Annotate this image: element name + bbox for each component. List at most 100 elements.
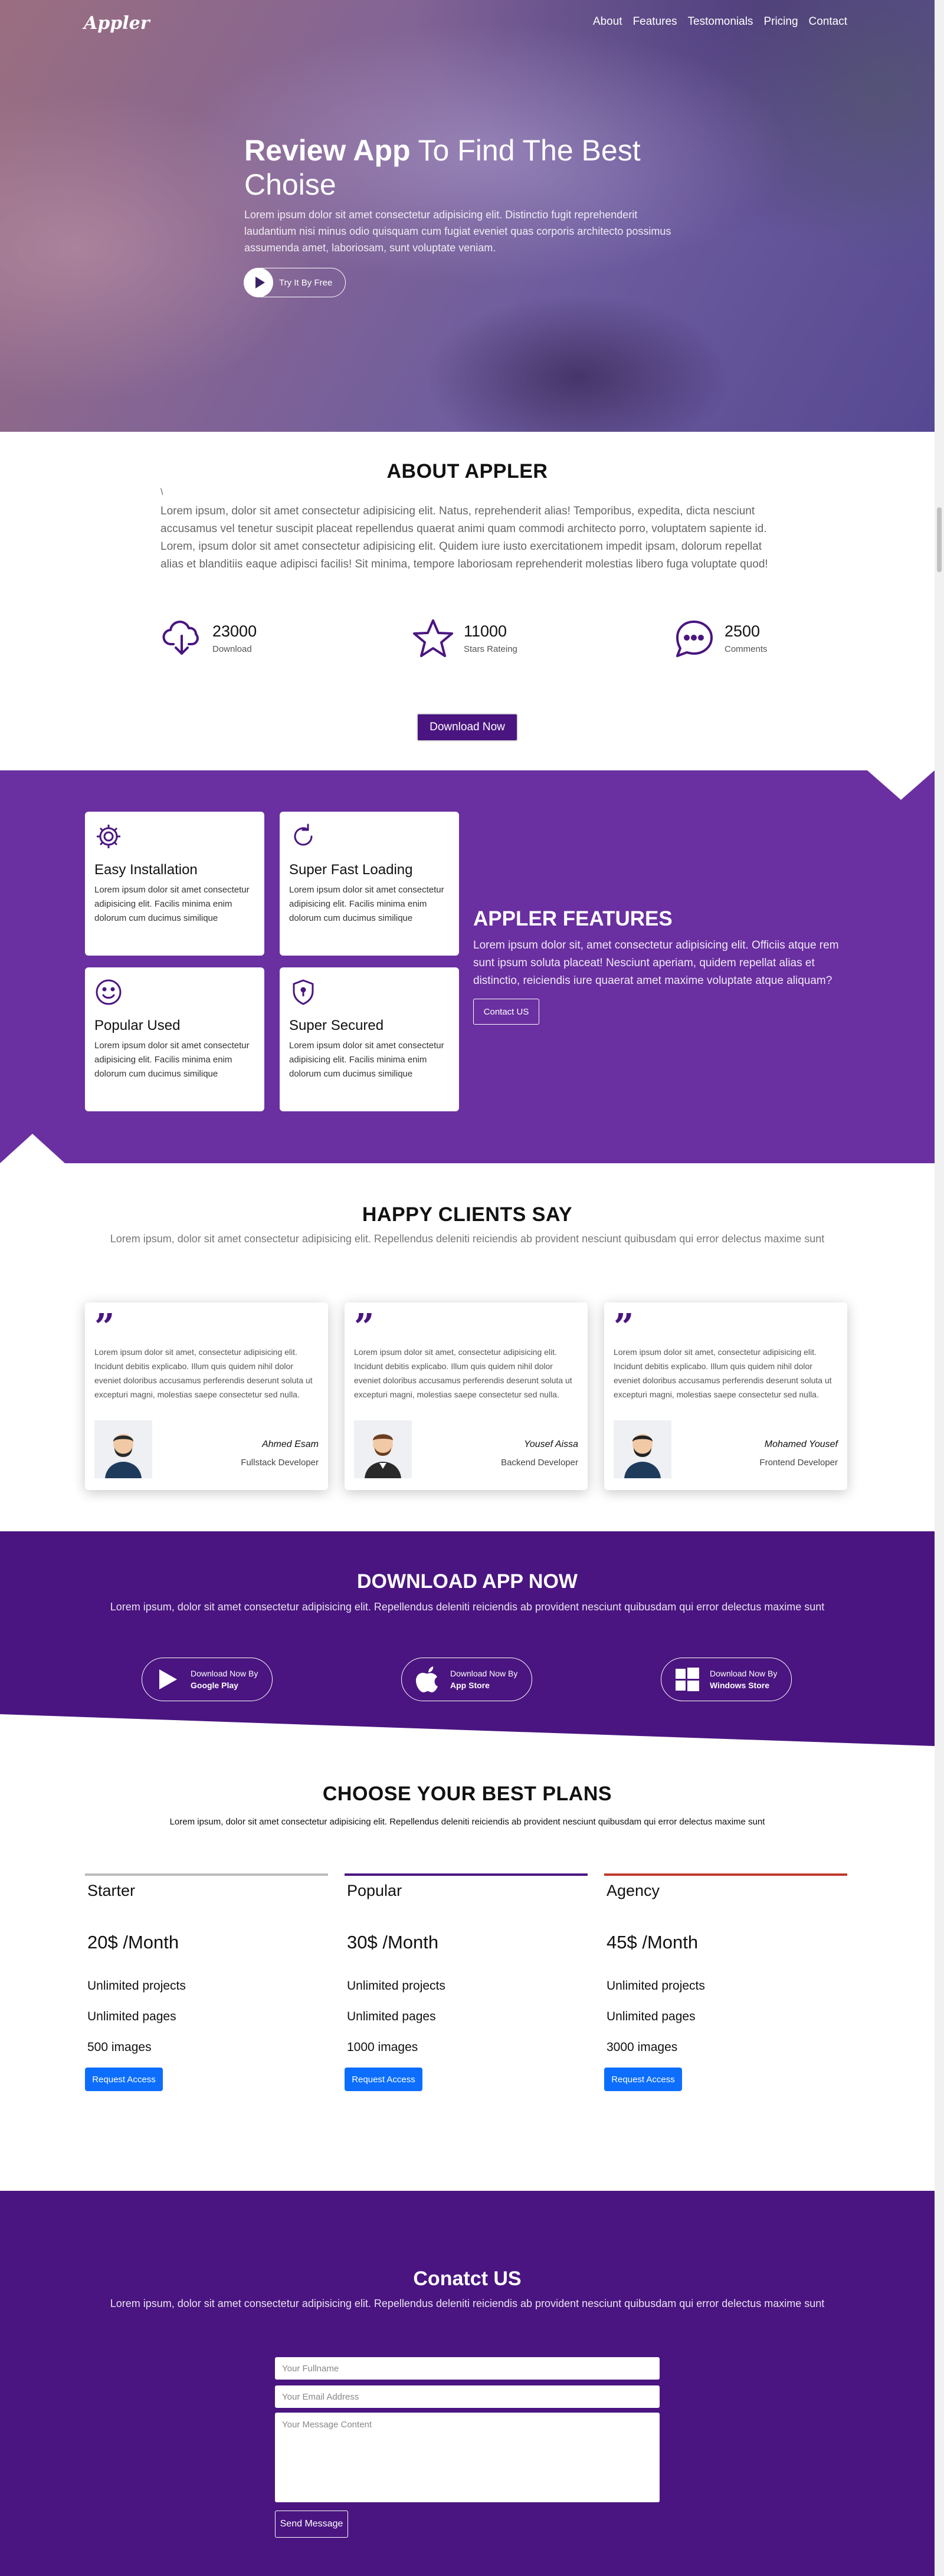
testimonial-card: ” Lorem ipsum dolor sit amet, consectetu… [604,1302,847,1490]
google-play-button[interactable]: Download Now By Google Play [142,1658,273,1701]
nav-about[interactable]: About [593,15,622,28]
contact-section [0,2191,935,2576]
try-free-button[interactable]: Try It By Free [244,268,346,297]
plan-card-popular: Popular 30$ /Month Unlimited projects Un… [345,1873,588,2091]
plan-feature: Unlimited projects [347,1979,445,1993]
email-input[interactable]: Your Email Address [275,2385,660,2408]
plan-feature: Unlimited pages [87,2010,176,2023]
chat-icon [676,621,713,657]
nav-pricing[interactable]: Pricing [763,15,798,28]
nav-testimonials[interactable]: Testomonials [688,15,753,28]
star-icon [413,619,453,657]
page-scrollbar[interactable] [935,0,944,2576]
try-free-label: Try It By Free [279,277,333,288]
download-subtitle: Lorem ipsum, dolor sit amet consectetur … [110,1601,825,1613]
play-icon [244,268,273,297]
plan-price: 20$ /Month [87,1932,179,1952]
about-text: Lorem ipsum, dolor sit amet consectetur … [160,505,768,570]
play-icon [155,1666,181,1692]
hero-text: Lorem ipsum dolor sit amet consectetur a… [244,209,671,254]
stat-downloads: 23000 Download [160,617,257,659]
feature-title: Easy Installation [94,862,198,878]
client-role: Backend Developer [501,1458,578,1468]
client-role: Frontend Developer [759,1458,838,1468]
windows-store-button[interactable]: Download Now By Windows Store [661,1658,792,1701]
plan-price: 45$ /Month [607,1932,699,1952]
feature-text: Lorem ipsum dolor sit amet consectetur a… [289,1041,444,1079]
client-role: Fullstack Developer [241,1458,319,1468]
refresh-icon [294,823,313,846]
store-line2: App Store [450,1681,490,1690]
shield-icon [293,979,314,1005]
client-name: Mohamed Yousef [764,1439,838,1449]
store-line1: Download Now By [450,1669,518,1678]
plan-accent-bar [85,1873,328,1876]
plan-feature: 1000 images [347,2040,418,2054]
main-nav: About Features Testomonials Pricing Cont… [593,15,847,28]
app-store-button[interactable]: Download Now By App Store [401,1658,532,1701]
download-slant [0,1714,935,1746]
send-message-button[interactable]: Send Message [275,2511,348,2538]
smile-icon [96,979,122,1005]
stat-value: 2500 [725,622,761,640]
plan-name: Starter [87,1882,136,1899]
client-name: Ahmed Esam [261,1439,319,1449]
avatar [94,1420,152,1478]
stat-comments: 2500 Comments [673,617,768,659]
scrollbar-thumb[interactable] [937,507,942,572]
brand-logo[interactable]: Appler [84,13,150,34]
features-text: Lorem ipsum dolor sit, amet consectetur … [473,939,839,987]
features-top-notch [867,770,935,800]
contact-us-button[interactable]: Contact US [473,999,539,1025]
message-textarea[interactable]: Your Message Content [275,2413,660,2502]
store-line2: Google Play [191,1681,238,1690]
clients-subtitle: Lorem ipsum, dolor sit amet consectetur … [110,1233,825,1245]
feature-text: Lorem ipsum dolor sit amet consectetur a… [94,1041,250,1079]
testimonial-card: ” Lorem ipsum dolor sit amet, consectetu… [85,1302,328,1490]
nav-features[interactable]: Features [633,15,677,28]
cloud-download-icon [162,621,199,655]
windows-icon [674,1666,700,1692]
clients-title: HAPPY CLIENTS SAY [362,1203,573,1226]
about-mark: \ [160,487,163,497]
testimonial-text: Lorem ipsum dolor sit amet, consectetur … [614,1347,832,1399]
feature-card: Super Fast Loading Lorem ipsum dolor sit… [280,812,459,956]
contact-subtitle: Lorem ipsum, dolor sit amet consectetur … [110,2298,825,2309]
features-title: APPLER FEATURES [473,907,673,930]
request-access-button[interactable]: Request Access [604,2068,682,2091]
quote-icon: ” [94,1307,115,1348]
feature-text: Lorem ipsum dolor sit amet consectetur a… [94,885,250,923]
download-now-button[interactable]: Download Now [417,713,518,741]
download-title: DOWNLOAD APP NOW [357,1570,578,1593]
store-line1: Download Now By [710,1669,778,1678]
stat-stars: 11000 Stars Rateing [412,617,517,659]
request-access-button[interactable]: Request Access [85,2068,163,2091]
plan-name: Popular [347,1882,402,1899]
fullname-input[interactable]: Your Fullname [275,2357,660,2380]
plan-card-agency: Agency 45$ /Month Unlimited projects Unl… [604,1873,847,2091]
feature-title: Super Secured [289,1018,384,1033]
store-line2: Windows Store [710,1681,769,1690]
nav-contact[interactable]: Contact [809,15,847,28]
avatar [354,1420,412,1478]
request-access-button[interactable]: Request Access [345,2068,422,2091]
stat-label: Download [212,644,252,654]
features-bottom-notch [0,1134,65,1163]
testimonial-text: Lorem ipsum dolor sit amet, consectetur … [354,1347,572,1399]
quote-icon: ” [354,1307,375,1348]
plan-name: Agency [607,1882,660,1899]
plan-accent-bar [345,1873,588,1876]
gear-icon [97,825,120,848]
feature-card: Easy Installation Lorem ipsum dolor sit … [85,812,264,956]
stat-value: 11000 [464,622,507,640]
stat-value: 23000 [212,622,257,640]
hero-title-bold: Review App [244,134,411,167]
apple-icon [415,1666,441,1692]
plan-feature: Unlimited pages [347,2010,436,2023]
plan-card-starter: Starter 20$ /Month Unlimited projects Un… [85,1873,328,2091]
about-title: ABOUT APPLER [386,460,548,483]
plans-subtitle: Lorem ipsum, dolor sit amet consectetur … [169,1817,765,1827]
stat-label: Comments [725,644,768,654]
feature-title: Popular Used [94,1018,181,1033]
client-name: Yousef Aissa [524,1439,578,1449]
